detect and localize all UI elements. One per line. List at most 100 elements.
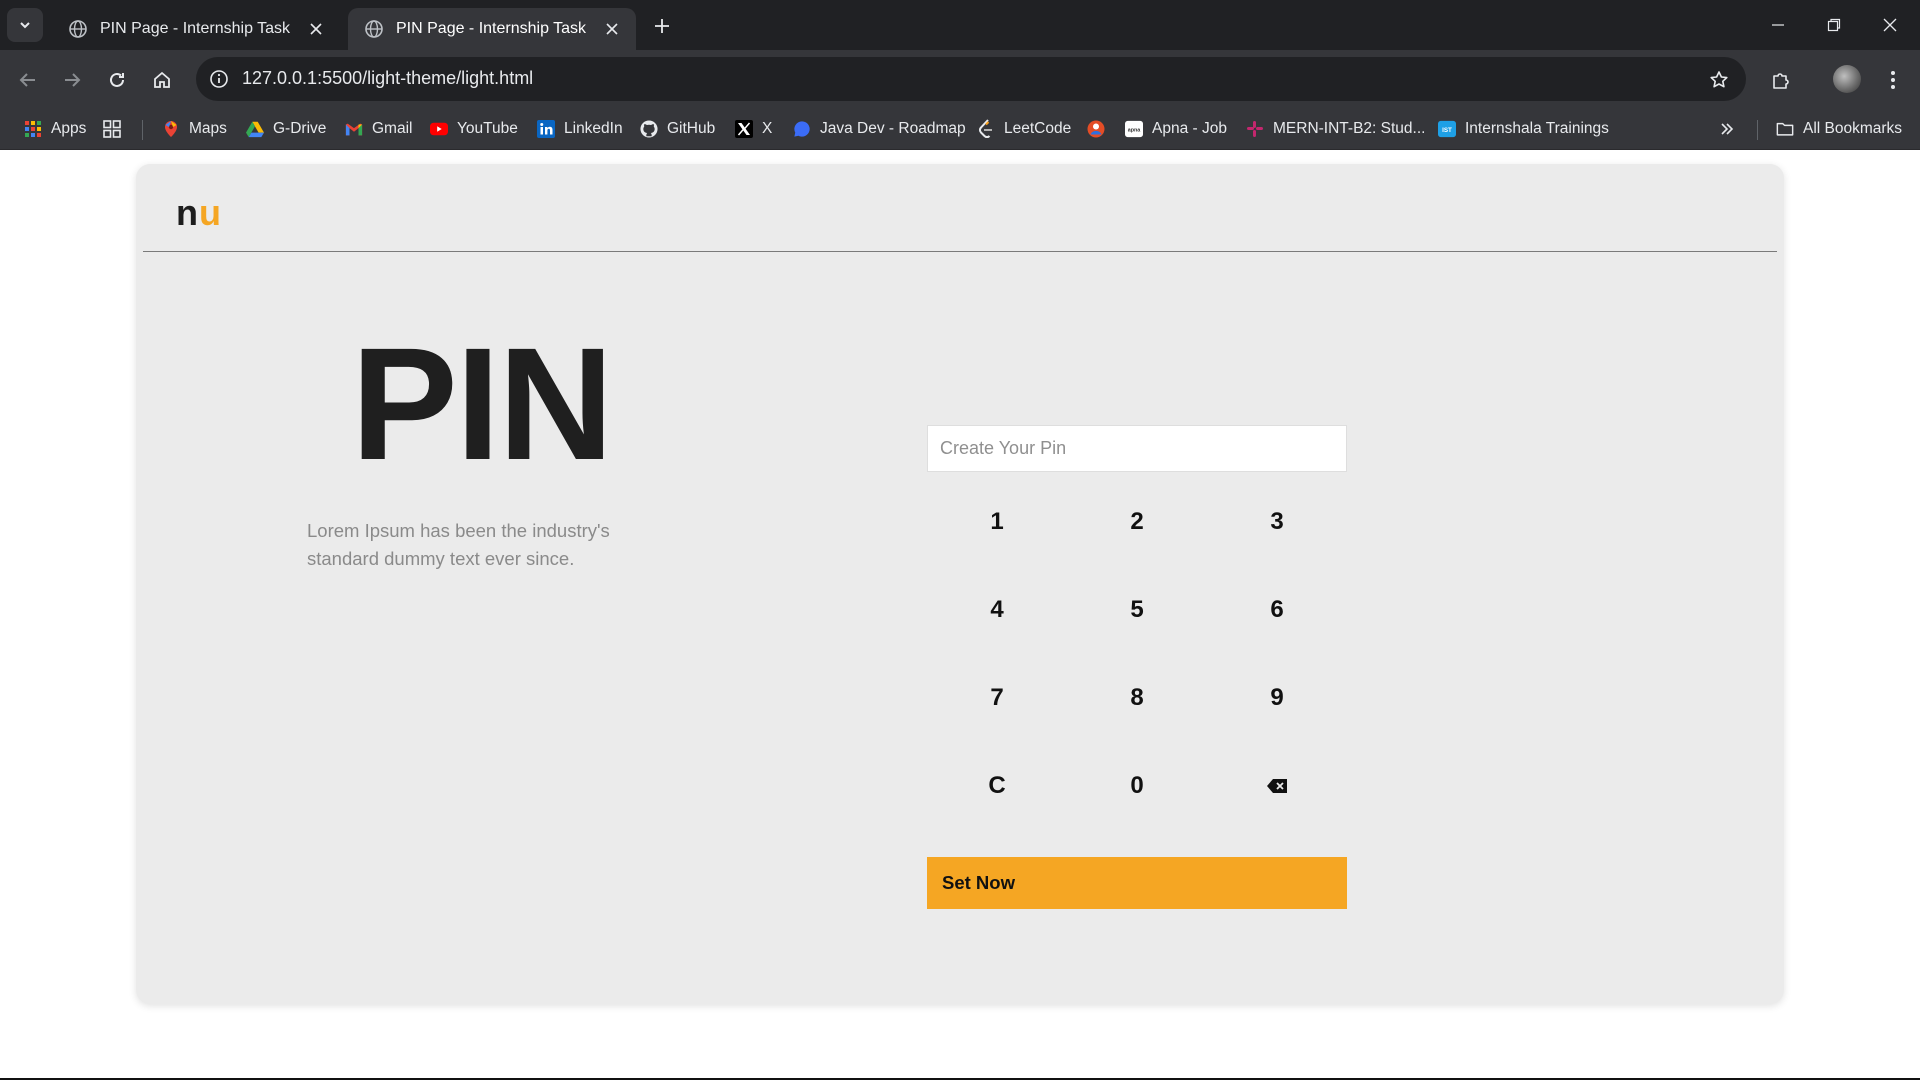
header-divider: [143, 251, 1777, 252]
bookmark-linkedin[interactable]: LinkedIn: [537, 108, 623, 150]
all-bookmarks-label: All Bookmarks: [1803, 120, 1903, 137]
close-icon: [1883, 18, 1897, 32]
browser-tab-2-active[interactable]: PIN Page - Internship Task: [348, 8, 636, 50]
drive-icon: [246, 120, 264, 138]
set-now-button[interactable]: Set Now: [927, 857, 1347, 909]
tab-search-button[interactable]: [7, 8, 43, 42]
new-tab-button[interactable]: [648, 12, 676, 40]
key-0[interactable]: 0: [1067, 742, 1207, 830]
puzzle-icon: [1773, 73, 1789, 89]
bookmark-label: X: [762, 120, 773, 137]
profile-avatar[interactable]: [1833, 65, 1861, 93]
key-9[interactable]: 9: [1207, 654, 1347, 742]
bookmark-label: MERN-INT-B2: Stud...: [1273, 120, 1426, 137]
restore-icon: [1827, 18, 1841, 32]
bookmark-profile-badge[interactable]: [1087, 108, 1114, 150]
bookmark-star-icon[interactable]: [1706, 67, 1732, 93]
browser-menu-button[interactable]: [1876, 63, 1910, 97]
bookmark-label: Internshala Trainings: [1465, 120, 1609, 137]
brand-logo[interactable]: nu: [176, 192, 222, 234]
browser-tab-strip: PIN Page - Internship Task PIN Page - In…: [0, 0, 1920, 50]
key-clear[interactable]: C: [927, 742, 1067, 830]
browser-tab-1[interactable]: PIN Page - Internship Task: [52, 8, 340, 50]
bookmarks-overflow-button[interactable]: [1718, 108, 1745, 150]
all-bookmarks-button[interactable]: All Bookmarks: [1776, 108, 1902, 150]
globe-icon: [69, 20, 87, 38]
key-5[interactable]: 5: [1067, 566, 1207, 654]
linkedin-icon: [537, 120, 555, 138]
bookmark-separator: [1757, 120, 1758, 140]
internshala-icon: IST: [1438, 120, 1456, 138]
key-7[interactable]: 7: [927, 654, 1067, 742]
bookmark-g-drive[interactable]: G-Drive: [246, 108, 326, 150]
page-title: PIN: [351, 314, 614, 493]
key-3[interactable]: 3: [1207, 478, 1347, 566]
reload-button[interactable]: [100, 63, 134, 97]
close-tab-icon[interactable]: [304, 17, 328, 41]
bookmark-label: LinkedIn: [564, 120, 623, 137]
bookmark-label: GitHub: [667, 120, 716, 137]
minimize-button[interactable]: [1750, 0, 1806, 50]
bookmark-separator: [142, 120, 143, 140]
logo-letter-n: n: [176, 192, 199, 233]
bookmark-mern-int-b2[interactable]: MERN-INT-B2: Stud...: [1246, 108, 1425, 150]
close-window-button[interactable]: [1862, 0, 1918, 50]
tab-title: PIN Page - Internship Task: [100, 20, 291, 37]
bookmark-youtube[interactable]: YouTube: [430, 108, 518, 150]
restore-button[interactable]: [1806, 0, 1862, 50]
plus-icon: [655, 19, 669, 33]
numeric-keypad: 1 2 3 4 5 6 7 8 9 C 0: [927, 478, 1347, 830]
site-info-icon[interactable]: [206, 66, 232, 92]
bookmark-internshala-trainings[interactable]: IST Internshala Trainings: [1438, 108, 1609, 150]
tab-title: PIN Page - Internship Task: [396, 20, 587, 37]
bookmark-x[interactable]: X: [735, 108, 772, 150]
reload-icon: [110, 72, 124, 87]
github-icon: [640, 120, 658, 138]
create-pin-input[interactable]: [927, 425, 1347, 472]
chat-bubble-icon: [793, 120, 811, 138]
arrow-left-icon: [19, 73, 35, 87]
logo-letter-u: u: [199, 192, 222, 233]
bookmark-leetcode[interactable]: LeetCode: [977, 108, 1071, 150]
apps-grid-icon: [24, 120, 42, 138]
key-1[interactable]: 1: [927, 478, 1067, 566]
profile-badge-icon: [1087, 120, 1105, 138]
home-button[interactable]: [145, 63, 179, 97]
bookmark-tab-groups[interactable]: [103, 108, 130, 150]
address-url: 127.0.0.1:5500/light-theme/light.html: [242, 68, 534, 88]
forward-button[interactable]: [55, 63, 89, 97]
bookmark-gmail[interactable]: Gmail: [345, 108, 412, 150]
bookmark-github[interactable]: GitHub: [640, 108, 715, 150]
bookmark-label: Gmail: [372, 120, 413, 137]
bookmark-label: Apna - Job: [1152, 120, 1227, 137]
chevron-down-icon: [20, 22, 30, 29]
extensions-button[interactable]: [1764, 63, 1798, 97]
back-button[interactable]: [11, 63, 45, 97]
page-description: Lorem Ipsum has been the industry's stan…: [307, 520, 610, 569]
apna-icon: apna: [1125, 120, 1143, 138]
bookmark-label: Java Dev - Roadmap: [820, 120, 966, 137]
bookmark-apna-job[interactable]: apna Apna - Job: [1125, 108, 1227, 150]
globe-icon: [365, 20, 383, 38]
key-2[interactable]: 2: [1067, 478, 1207, 566]
svg-text:IST: IST: [1442, 127, 1452, 134]
bookmark-label: G-Drive: [273, 120, 327, 137]
bookmark-label: Apps: [51, 120, 87, 137]
tab-groups-icon: [103, 120, 121, 138]
bookmark-maps[interactable]: Maps: [162, 108, 227, 150]
key-8[interactable]: 8: [1067, 654, 1207, 742]
address-bar[interactable]: 127.0.0.1:5500/light-theme/light.html: [196, 57, 1746, 101]
bookmarks-bar: Apps Maps G-Drive Gmail YouTube LinkedIn…: [0, 108, 1920, 150]
browser-toolbar: 127.0.0.1:5500/light-theme/light.html: [0, 50, 1920, 108]
arrow-right-icon: [65, 73, 81, 87]
key-backspace[interactable]: [1207, 742, 1347, 830]
leetcode-icon: [977, 119, 995, 139]
folder-icon: [1776, 120, 1794, 138]
key-6[interactable]: 6: [1207, 566, 1347, 654]
bookmark-apps[interactable]: Apps: [24, 108, 86, 150]
key-4[interactable]: 4: [927, 566, 1067, 654]
bookmark-java-dev-roadmap[interactable]: Java Dev - Roadmap: [793, 108, 966, 150]
bookmark-label: Maps: [189, 120, 227, 137]
close-tab-icon[interactable]: [600, 17, 624, 41]
home-icon: [154, 71, 170, 88]
